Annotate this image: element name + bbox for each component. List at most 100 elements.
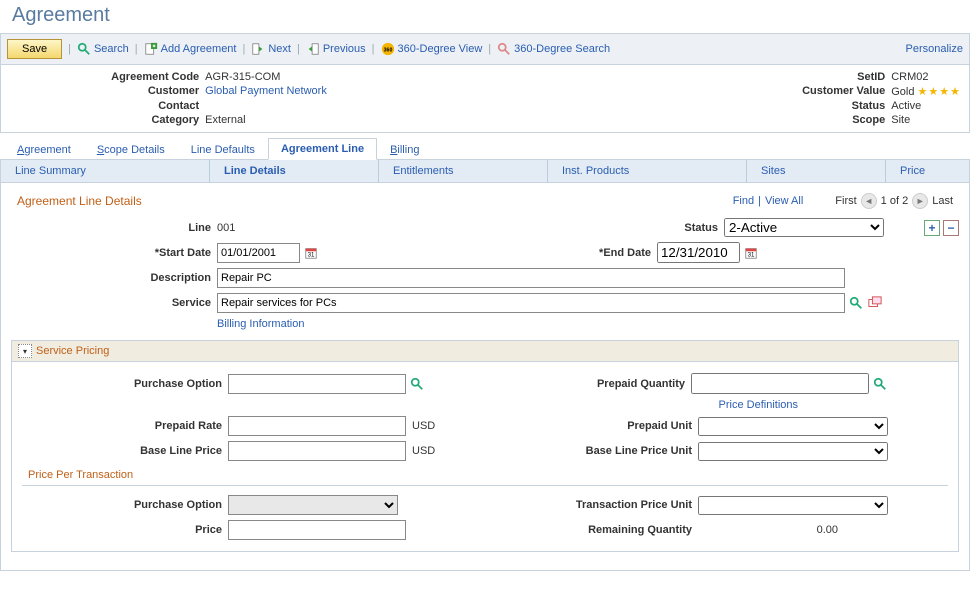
calendar-icon: 31 <box>744 246 758 260</box>
subtab-bar: Line Summary Line Details Entitlements I… <box>0 160 970 183</box>
price-definitions-link[interactable]: Price Definitions <box>719 399 798 411</box>
search-icon <box>873 377 887 391</box>
line-label: Line <box>11 222 217 234</box>
customer-link[interactable]: Global Payment Network <box>205 85 429 97</box>
description-label: Description <box>11 272 217 284</box>
ppt-txn-unit-label: Transaction Price Unit <box>532 499 698 511</box>
line-value: 001 <box>217 222 235 234</box>
service-label: Service <box>11 297 217 309</box>
subtab-line-summary[interactable]: Line Summary <box>1 160 209 182</box>
svg-text:360: 360 <box>383 48 392 54</box>
delete-row-button[interactable]: − <box>943 220 959 236</box>
add-agreement-link[interactable]: Add Agreement <box>144 42 237 56</box>
next-link[interactable]: Next <box>251 42 291 56</box>
subtab-sites[interactable]: Sites <box>746 160 885 182</box>
subtab-price[interactable]: Price <box>885 160 969 182</box>
contact-value <box>205 100 429 112</box>
prepaid-rate-input[interactable] <box>228 416 406 436</box>
tab-scope-details[interactable]: Scope Details <box>84 139 178 160</box>
search-360-icon <box>497 42 511 56</box>
save-button[interactable]: Save <box>7 39 62 59</box>
previous-icon <box>306 42 320 56</box>
add-row-button[interactable]: + <box>924 220 940 236</box>
calendar-icon: 31 <box>304 246 318 260</box>
service-input[interactable] <box>217 293 845 313</box>
search-link[interactable]: Search <box>77 42 129 56</box>
service-related-button[interactable] <box>867 295 883 311</box>
header-summary: Agreement Code AGR-315-COM Customer Glob… <box>0 65 970 133</box>
customer-label: Customer <box>9 85 199 97</box>
price-per-transaction-title: Price Per Transaction <box>28 469 948 481</box>
ppt-price-input[interactable] <box>228 520 406 540</box>
ppt-remain-value: 0.00 <box>698 524 838 536</box>
search-icon <box>77 42 91 56</box>
previous-link[interactable]: Previous <box>306 42 366 56</box>
ppt-purchase-select[interactable] <box>228 495 398 515</box>
baseline-price-unit: USD <box>412 445 435 457</box>
scope-label: Scope <box>802 114 885 126</box>
content-panel: Agreement Line Details Find | View All F… <box>0 183 970 571</box>
section-title: Agreement Line Details <box>17 194 142 208</box>
billing-info-link[interactable]: Billing Information <box>217 318 304 330</box>
description-input[interactable] <box>217 268 845 288</box>
purchase-option-lookup[interactable] <box>409 376 425 392</box>
separator: | <box>297 43 300 55</box>
scope-value: Site <box>891 114 961 126</box>
view-360-icon: 360 <box>381 42 395 56</box>
subtab-entitlements[interactable]: Entitlements <box>378 160 547 182</box>
service-lookup-button[interactable] <box>848 295 864 311</box>
nav-last-label: Last <box>932 195 953 207</box>
prepaid-qty-lookup[interactable] <box>872 376 888 392</box>
category-value: External <box>205 114 429 126</box>
start-date-label: Start Date <box>11 247 217 259</box>
baseline-unit-select[interactable] <box>698 442 888 461</box>
contact-label: Contact <box>9 100 199 112</box>
service-pricing-group: ▾ Service Pricing Purchase Option Prepai… <box>11 340 959 552</box>
separator: | <box>135 43 138 55</box>
view-360-link[interactable]: 360 360-Degree View <box>381 42 483 56</box>
tab-billing[interactable]: Billing <box>377 139 432 160</box>
purchase-option-input[interactable] <box>228 374 406 394</box>
ppt-purchase-label: Purchase Option <box>22 499 228 511</box>
prepaid-unit-select[interactable] <box>698 417 888 436</box>
prepaid-qty-input[interactable] <box>691 373 869 394</box>
search-360-link[interactable]: 360-Degree Search <box>497 42 610 56</box>
tab-line-defaults[interactable]: Line Defaults <box>178 139 268 160</box>
line-status-select[interactable]: 2-Active <box>724 218 884 237</box>
setid-label: SetID <box>802 71 885 83</box>
nav-prev-button[interactable]: ◄ <box>861 193 877 209</box>
customer-value-label: Customer Value <box>802 85 885 98</box>
tab-agreement[interactable]: Agreement <box>4 139 84 160</box>
end-date-picker[interactable]: 31 <box>743 245 759 261</box>
service-pricing-title: Service Pricing <box>36 345 109 357</box>
subtab-line-details[interactable]: Line Details <box>209 160 378 182</box>
toolbar: Save | Search | Add Agreement | Next | P… <box>0 33 970 65</box>
end-date-input[interactable] <box>657 242 740 263</box>
find-link[interactable]: Find <box>733 195 754 207</box>
start-date-input[interactable] <box>217 243 300 263</box>
separator: | <box>758 195 761 207</box>
start-date-picker[interactable]: 31 <box>303 245 319 261</box>
view-all-link[interactable]: View All <box>765 195 803 207</box>
nav-counter: 1 of 2 <box>881 195 909 207</box>
collapse-toggle[interactable]: ▾ <box>18 344 32 358</box>
ppt-price-label: Price <box>22 524 228 536</box>
tab-agreement-line[interactable]: Agreement Line <box>268 138 377 160</box>
related-actions-icon <box>868 296 882 310</box>
grid-nav-tools: Find | View All First ◄ 1 of 2 ► Last <box>733 193 953 209</box>
baseline-unit-label: Base Line Price Unit <box>532 445 698 457</box>
page-title: Agreement <box>0 0 970 33</box>
subtab-inst-products[interactable]: Inst. Products <box>547 160 746 182</box>
baseline-price-label: Base Line Price <box>22 445 228 457</box>
add-icon <box>144 42 158 56</box>
nav-next-button[interactable]: ► <box>912 193 928 209</box>
status-value: Active <box>891 100 961 112</box>
svg-text:31: 31 <box>308 251 315 258</box>
separator: | <box>68 43 71 55</box>
baseline-price-input[interactable] <box>228 441 406 461</box>
tab-bar: Agreement Scope Details Line Defaults Ag… <box>0 137 970 160</box>
personalize-link[interactable]: Personalize <box>906 43 963 55</box>
prepaid-unit-label: Prepaid Unit <box>532 420 698 432</box>
ppt-txn-unit-select[interactable] <box>698 496 888 515</box>
search-icon <box>849 296 863 310</box>
